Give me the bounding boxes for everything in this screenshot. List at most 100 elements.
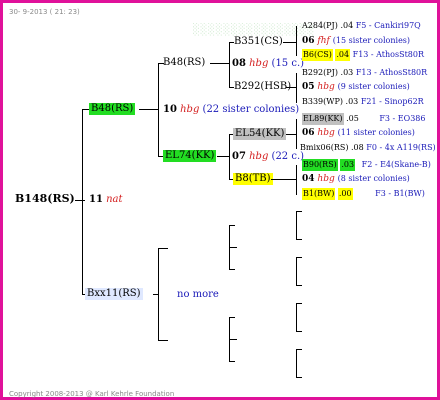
- gen4c-num: 06: [302, 128, 315, 138]
- gen4c-line1-label: EL89(KK): [302, 113, 344, 125]
- empty-slot-a: [158, 248, 168, 249]
- gen4d-num: 04: [302, 174, 315, 184]
- gen4c-line3[interactable]: Bmix06(RS) .08 F0 - 4x A119(RS): [300, 142, 436, 154]
- gen2a-desc: (15 c.): [271, 58, 305, 69]
- empty-gen3-d-top: [296, 349, 302, 350]
- gen3a-label[interactable]: B351(CS): [234, 36, 283, 48]
- gen1-top-num: 10: [163, 104, 177, 115]
- gen3b-branch: [296, 73, 297, 103]
- gen3d-label-wrap[interactable]: B8(TB): [233, 173, 273, 185]
- gen1-top-tag: hbg: [180, 104, 200, 115]
- gen3c-branch: [296, 119, 297, 149]
- gen4a-line3-info: F13 - AthosSt80R: [352, 50, 424, 59]
- gen4c-desc: (11 sister colonies): [337, 128, 415, 137]
- gen3d-label[interactable]: B8(TB): [233, 173, 273, 185]
- empty-gen3-b: [296, 257, 297, 285]
- empty-gen2a-mid: [229, 247, 237, 248]
- gen1-bottom-note: no more: [177, 289, 219, 300]
- gen3a-to-branch: [283, 42, 297, 43]
- root-tag: nat: [106, 194, 123, 205]
- root-branch: [82, 109, 83, 295]
- gen4b-tag: hbg: [317, 82, 335, 92]
- gen4b-line1-label: B292(PJ): [302, 68, 338, 77]
- empty-gen2b-top: [229, 317, 235, 318]
- root-label[interactable]: B148(RS): [15, 193, 75, 205]
- gen4b-line3-num: .03: [345, 97, 359, 106]
- empty-gen2b-mid: [229, 339, 237, 340]
- gen4c-line1-num: .05: [346, 114, 359, 123]
- gen4b-line1[interactable]: B292(PJ) .03 F13 - AthosSt80R: [302, 67, 427, 79]
- gen2b-info: 07 hbg (22 c.): [232, 151, 304, 163]
- copyright: Copyright 2008-2013 @ Karl Kehrle Founda…: [9, 390, 175, 398]
- empty-slot-b: [158, 340, 168, 341]
- empty-gen3-b-top: [296, 257, 302, 258]
- gen4b-line3-label: B339(WP): [302, 97, 343, 106]
- gen4c-line1[interactable]: EL89(KK) .05 F3 - EO386: [302, 113, 425, 125]
- gen1-bottom-branch: [158, 248, 159, 340]
- gen4b-line3-info: F21 - Sinop62R: [360, 97, 424, 106]
- empty-gen3-d-bottom: [296, 377, 302, 378]
- gen3c-label[interactable]: EL54(KK): [233, 128, 287, 140]
- gen3d-to-branch: [271, 179, 297, 180]
- gen4d-tag: hbg: [317, 174, 335, 184]
- gen4a-line1[interactable]: A284(PJ) .04 F5 - Cankiri97Q: [302, 20, 421, 32]
- gen2a-branch: [229, 42, 230, 88]
- gen2a-info: 08 hbg (15 c.): [232, 58, 304, 70]
- gen4d-line3[interactable]: B1(BW) .00 F3 - B1(BW): [302, 188, 425, 200]
- gen4c-line1-info: F3 - EO386: [379, 114, 426, 123]
- gen2b-label-wrap[interactable]: EL74(KK): [163, 150, 217, 162]
- empty-gen3-c-bottom: [296, 331, 302, 332]
- gen4b-desc: (9 sister colonies): [337, 82, 410, 91]
- root-num: 11: [89, 194, 103, 205]
- root-info: 11 nat: [89, 194, 123, 206]
- gen2a-num: 08: [232, 58, 246, 69]
- gen2b-branch: [229, 134, 230, 180]
- gen4c-line3-info: F0 - 4x A119(RS): [366, 143, 436, 152]
- gen4d-line3-info: F3 - B1(BW): [375, 189, 425, 198]
- gen4a-line1-info: F5 - Cankiri97Q: [355, 21, 421, 30]
- gen2b-label[interactable]: EL74(KK): [163, 150, 217, 162]
- gen2a-label[interactable]: B48(RS): [163, 57, 205, 69]
- gen4d-line3-num: .00: [337, 188, 353, 200]
- gen2b-tag: hbg: [249, 151, 269, 162]
- root-connector: [75, 200, 85, 201]
- gen4b-line2: 05 hbg (9 sister colonies): [302, 81, 410, 93]
- gen3c-label-wrap[interactable]: EL54(KK): [233, 128, 287, 140]
- gen4b-line3[interactable]: B339(WP) .03 F21 - Sinop62R: [302, 96, 424, 108]
- empty-gen2a-top: [229, 225, 235, 226]
- gen4a-desc: (15 sister colonies): [332, 36, 411, 45]
- gen4b-line1-info: F13 - AthosSt80R: [355, 68, 428, 77]
- gen1-top-to-branch: [139, 109, 159, 110]
- empty-gen3-a: [296, 211, 297, 239]
- gen4c-line3-num: .08: [351, 143, 364, 152]
- gen4a-line3-label: B6(CS): [302, 49, 333, 61]
- gen1-top-label-wrap[interactable]: B48(RS): [89, 103, 136, 115]
- gen4d-desc: (8 sister colonies): [337, 174, 410, 183]
- empty-gen3-c: [296, 303, 297, 331]
- pedigree-frame: 30- 9-2013 ( 21: 23) ░░░░░░░░░░░░░░░░ B1…: [0, 0, 440, 400]
- empty-gen3-d: [296, 349, 297, 377]
- gen4b-line1-num: .03: [340, 68, 354, 77]
- gen1-bottom-label-wrap[interactable]: Bxx11(RS): [85, 288, 143, 300]
- gen1-top-branch: [158, 63, 159, 157]
- gen1-bottom-label[interactable]: Bxx11(RS): [85, 288, 143, 300]
- gen4a-line3[interactable]: B6(CS) .04 F13 - AthosSt80R: [302, 49, 424, 61]
- gen4d-line1-label: B90(RS): [302, 159, 338, 171]
- gen3b-label[interactable]: B292(HSB): [234, 81, 291, 93]
- empty-gen3-a-top: [296, 211, 302, 212]
- gen1-top-info: 10 hbg (22 sister colonies): [163, 104, 299, 116]
- gen4c-tag: hbg: [317, 128, 335, 138]
- empty-gen3-a-bottom: [296, 239, 302, 240]
- gen4c-line2: 06 hbg (11 sister colonies): [302, 127, 415, 139]
- gen4d-line1[interactable]: B90(RS) .03 F2 - E4(Skane-B): [302, 159, 431, 171]
- gen2b-num: 07: [232, 151, 246, 162]
- gen1-top-label[interactable]: B48(RS): [89, 103, 136, 115]
- gen1-top-desc: (22 sister colonies): [202, 104, 300, 115]
- gen4a-line1-label: A284(PJ): [302, 21, 338, 30]
- gen4a-line2: 06 fhf (15 sister colonies): [302, 35, 410, 47]
- empty-gen3-b-bottom: [296, 285, 302, 286]
- empty-gen2b-bottom: [229, 361, 235, 362]
- empty-gen2a-bottom: [229, 269, 235, 270]
- empty-gen3-c-top: [296, 303, 302, 304]
- gen4d-line1-num: .03: [340, 159, 356, 171]
